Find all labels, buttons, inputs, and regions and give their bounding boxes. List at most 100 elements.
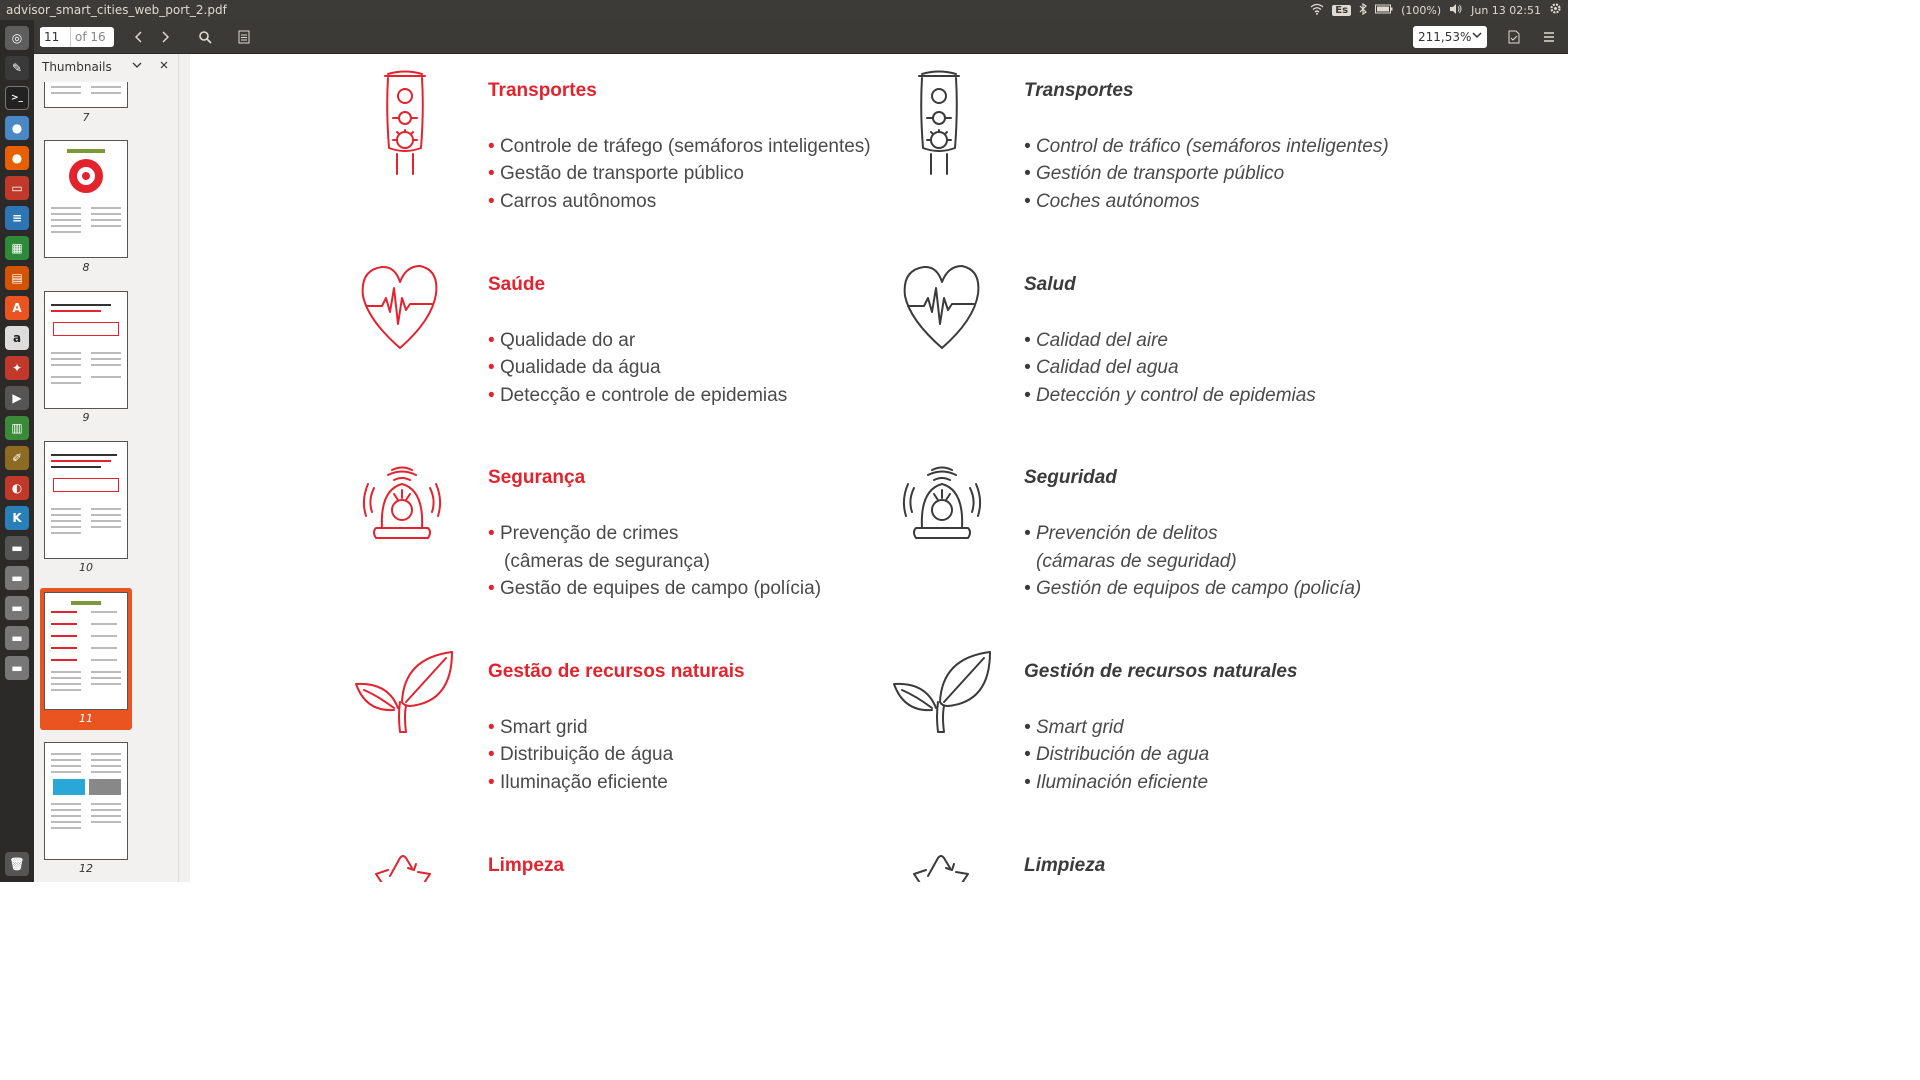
thumbnails-sidebar: Thumbnails 7 8 9 10 11 12 [34, 54, 178, 882]
traffic-light-icon [384, 70, 426, 175]
section-heading: Salud [1024, 274, 1076, 295]
wifi-icon[interactable] [1310, 3, 1324, 18]
list-item: • Control de tráfico (semáforos intelige… [1024, 136, 1389, 157]
recycle-icon [913, 855, 969, 882]
disk-icon[interactable]: ▬ [5, 656, 29, 680]
thumbnail-page-8[interactable] [44, 140, 128, 258]
close-icon[interactable] [160, 59, 168, 72]
volume-icon[interactable] [1449, 3, 1463, 18]
list-item: • Smart grid [1024, 717, 1124, 738]
gimp-icon[interactable]: ✐ [5, 446, 29, 470]
video-editor-icon[interactable]: ▶ [5, 386, 29, 410]
files-icon[interactable]: ▭ [5, 176, 29, 200]
menu-button[interactable] [1538, 26, 1560, 48]
chromium-icon[interactable]: ● [5, 116, 29, 140]
list-item: • Qualidade da água [488, 357, 661, 378]
list-item: • Calidad del agua [1024, 357, 1179, 378]
disk-icon[interactable]: ▬ [5, 566, 29, 590]
battery-percent: (100%) [1401, 3, 1442, 17]
sidebar-title[interactable]: Thumbnails [42, 60, 112, 74]
list-item: • Smart grid [488, 717, 588, 738]
thumbnail-page-11[interactable] [44, 592, 128, 710]
heart-pulse-icon [903, 265, 980, 349]
section-heading: Segurança [488, 467, 586, 488]
annotations-button[interactable] [233, 26, 255, 48]
chevron-down-icon [1472, 29, 1482, 42]
section-heading: Transportes [488, 80, 597, 101]
list-item: • Gestão de transporte público [488, 163, 744, 184]
bluetooth-icon[interactable] [1359, 2, 1368, 18]
terminal-icon[interactable]: >_ [5, 86, 29, 110]
zoom-value: 211,53% [1418, 30, 1472, 44]
list-item: • Gestión de transporte público [1024, 163, 1285, 184]
list-item: • Controle de tráfego (semáforos intelig… [488, 136, 871, 157]
sidebar-scrollbar[interactable] [178, 54, 190, 882]
list-item: • Detección y control de epidemias [1024, 385, 1316, 406]
section-heading: Limpieza [1024, 855, 1106, 876]
inkscape-icon[interactable]: ✎ [5, 56, 29, 80]
battery-icon[interactable] [1375, 4, 1393, 17]
list-item-continuation: (cámaras de seguridad) [1036, 551, 1237, 572]
thumbnail-page-12[interactable] [44, 742, 128, 860]
software-center-icon[interactable]: A [5, 296, 29, 320]
drive-icon[interactable]: ▬ [5, 536, 29, 560]
page-selector: of 16 [40, 27, 114, 47]
page-count: of 16 [70, 27, 106, 47]
document-properties-button[interactable] [1503, 26, 1525, 48]
thumbnail-page-7[interactable] [44, 82, 128, 108]
section-heading: Saúde [488, 274, 546, 295]
gear-icon[interactable] [1549, 2, 1562, 18]
document-viewer-icon[interactable]: ◐ [5, 476, 29, 500]
calc-icon[interactable]: ▦ [5, 236, 29, 260]
window-title: advisor_smart_cities_web_port_2.pdf [6, 3, 227, 17]
chevron-down-icon[interactable] [132, 59, 142, 72]
top-panel: advisor_smart_cities_web_port_2.pdf Es (… [0, 0, 1568, 20]
document-page: Transportes • Controle de tráfego (semáf… [190, 54, 1560, 882]
disk-icon[interactable]: ▬ [5, 626, 29, 650]
thumbnail-label: 10 [79, 561, 93, 574]
writer-icon[interactable]: ≡ [5, 206, 29, 230]
list-item: • Carros autônomos [488, 191, 657, 212]
document-scrollbar[interactable] [1560, 54, 1568, 882]
dash-home-icon[interactable]: ◎ [5, 26, 29, 50]
libreoffice-icon[interactable]: ▥ [5, 416, 29, 440]
heart-pulse-icon [361, 265, 438, 349]
trash-icon[interactable]: 🗑 [5, 852, 29, 876]
list-item: • Qualidade do ar [488, 330, 636, 351]
clock[interactable]: Jun 13 02:51 [1471, 4, 1541, 17]
disk-icon[interactable]: ▬ [5, 596, 29, 620]
thumbnail-label: 7 [82, 111, 90, 124]
page-number-input[interactable] [40, 28, 70, 46]
list-item: • Prevenção de crimes [488, 523, 679, 544]
toolbar: of 16 211,53% [34, 20, 1568, 54]
siren-icon [902, 466, 982, 539]
next-page-button[interactable] [154, 26, 176, 48]
keyboard-layout-indicator[interactable]: Es [1332, 4, 1352, 16]
impress-icon[interactable]: ▤ [5, 266, 29, 290]
list-item: • Calidad del aire [1024, 330, 1168, 351]
amazon-icon[interactable]: a [5, 326, 29, 350]
thumbnail-label: 12 [79, 862, 93, 875]
section-heading: Limpeza [488, 855, 565, 876]
previous-page-button[interactable] [128, 26, 150, 48]
list-item: • Detecção e controle de epidemias [488, 385, 788, 406]
list-item: • Coches autónomos [1024, 191, 1200, 212]
leaf-icon [893, 651, 991, 733]
zoom-selector[interactable]: 211,53% [1413, 26, 1487, 48]
thumbnail-label: 9 [82, 411, 90, 424]
kdenlive-icon[interactable]: K [5, 506, 29, 530]
list-item: • Distribución de agua [1024, 744, 1210, 765]
thumbnail-page-9[interactable] [44, 291, 128, 409]
siren-icon [362, 466, 442, 539]
thumbnail-label: 8 [82, 261, 90, 274]
section-heading: Gestión de recursos naturales [1024, 661, 1298, 682]
list-item: • Iluminación eficiente [1024, 772, 1209, 793]
section-heading: Transportes [1024, 80, 1134, 101]
search-button[interactable] [194, 26, 216, 48]
list-item: • Distribuição de água [488, 744, 674, 765]
thumbnail-label: 11 [79, 712, 93, 725]
leaf-icon [355, 651, 453, 733]
settings-icon[interactable]: ✦ [5, 356, 29, 380]
firefox-icon[interactable]: ● [5, 146, 29, 170]
thumbnail-page-10[interactable] [44, 441, 128, 559]
